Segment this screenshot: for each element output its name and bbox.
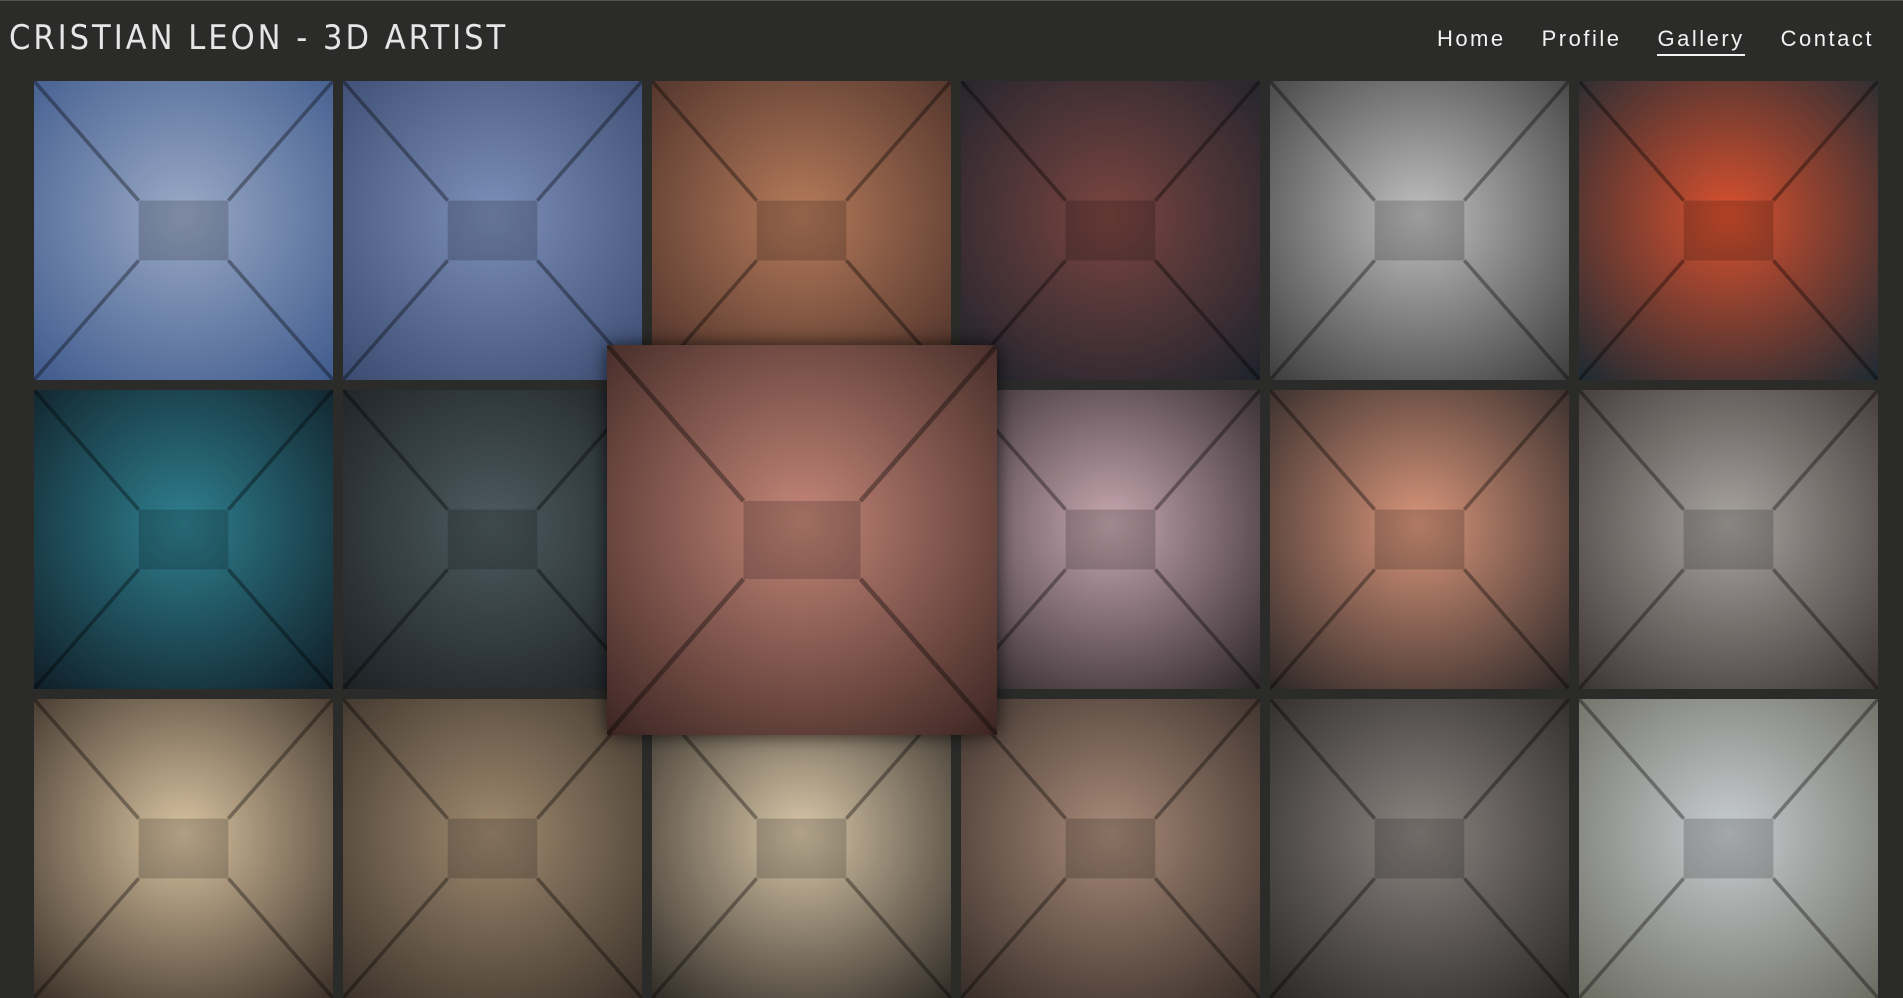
- tile-snowy-station-building[interactable]: [343, 81, 642, 380]
- top-border: [0, 0, 1903, 1]
- tile-scifi-train-cabin[interactable]: [1579, 81, 1878, 380]
- tile-image: [343, 390, 642, 689]
- tile-image: [1270, 81, 1569, 380]
- tile-image: [1270, 390, 1569, 689]
- tile-peeling-wall-texture[interactable]: [1579, 699, 1878, 998]
- tile-cable-car-snowy-mountain[interactable]: [34, 81, 333, 380]
- tile-image: [652, 699, 951, 998]
- tile-dark-blue-corridor[interactable]: [34, 390, 333, 689]
- site-title[interactable]: CRISTIAN LEON - 3D ARTIST: [9, 18, 508, 58]
- tile-image: [652, 81, 951, 380]
- nav-contact[interactable]: Contact: [1781, 26, 1874, 56]
- tile-damaged-wallpaper-corridor[interactable]: [961, 699, 1260, 998]
- tile-theater-interior[interactable]: [607, 345, 997, 735]
- tile-broken-wooden-floor-room[interactable]: [343, 699, 642, 998]
- tile-lodge-interior-fireplace[interactable]: [652, 81, 951, 380]
- nav-home[interactable]: Home: [1437, 26, 1506, 56]
- tile-cable-car-wireframe-model[interactable]: [1270, 81, 1569, 380]
- nav-profile[interactable]: Profile: [1542, 26, 1622, 56]
- tile-image: [1579, 699, 1878, 998]
- tile-hallway-staircase[interactable]: [34, 699, 333, 998]
- tile-image: [961, 81, 1260, 380]
- tile-armchair-piano-room[interactable]: [652, 699, 951, 998]
- tile-abandoned-room-curtain[interactable]: [1579, 390, 1878, 689]
- tile-image: [961, 390, 1260, 689]
- tile-image: [1579, 390, 1878, 689]
- tile-image: [1270, 699, 1569, 998]
- main-nav: Home Profile Gallery Contact: [1401, 26, 1874, 56]
- tile-image: [34, 81, 333, 380]
- tile-doorway-broken-floor[interactable]: [1270, 699, 1569, 998]
- tile-copper-robot-pods[interactable]: [1270, 390, 1569, 689]
- tile-image: [961, 699, 1260, 998]
- tile-image: [34, 699, 333, 998]
- tile-image: [607, 345, 997, 735]
- tile-industrial-ceiling-beams[interactable]: [961, 81, 1260, 380]
- tile-image: [343, 699, 642, 998]
- nav-gallery[interactable]: Gallery: [1657, 26, 1745, 56]
- tile-image: [34, 390, 333, 689]
- tile-image: [1579, 81, 1878, 380]
- gallery-grid: [34, 81, 1884, 998]
- tile-dark-metal-floor-panels[interactable]: [343, 390, 642, 689]
- tile-pink-lit-hallway[interactable]: [961, 390, 1260, 689]
- tile-image: [343, 81, 642, 380]
